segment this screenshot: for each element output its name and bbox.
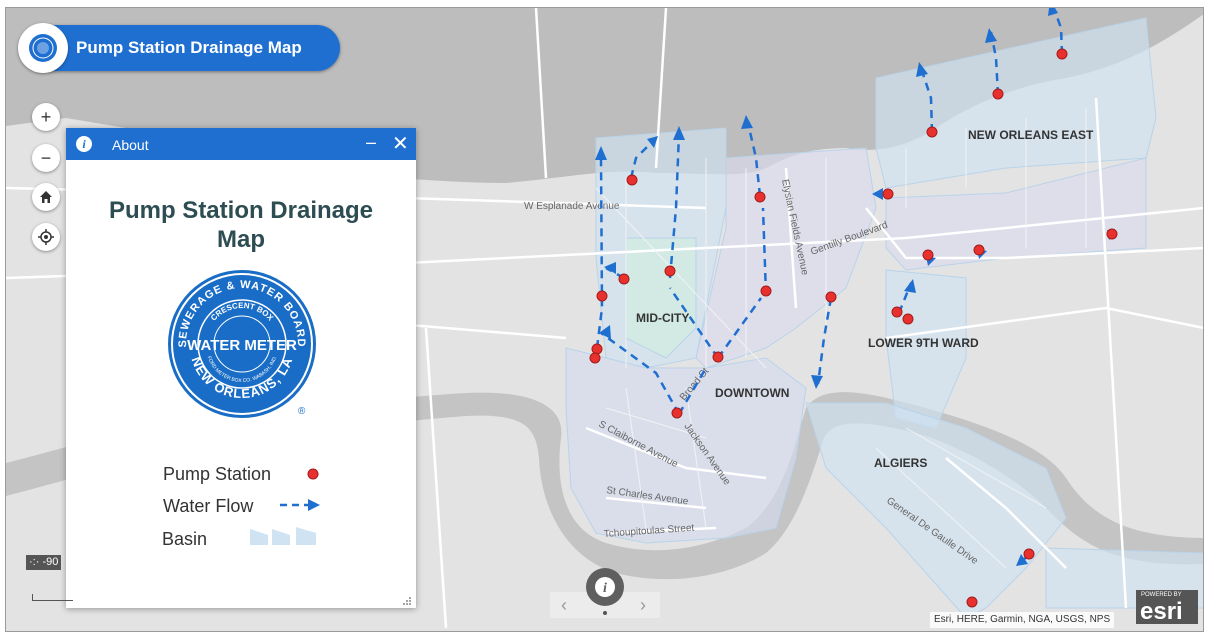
nav-next-button[interactable]: › [640,595,646,616]
nav-prev-button[interactable]: ‹ [561,595,567,616]
water-flow-symbol [280,499,320,511]
locate-button[interactable] [32,223,60,251]
about-panel: i About – ✕ Pump Station Drainage Map SE… [66,128,416,608]
app-title: Pump Station Drainage Map [76,38,302,57]
label-algiers: ALGIERS [874,456,927,470]
esri-logo[interactable]: POWERED BY esri [1136,590,1198,625]
label-downtown: DOWNTOWN [715,386,789,400]
about-heading: Pump Station Drainage Map [108,197,374,253]
pump-station-symbol [307,468,319,480]
basin-symbol [250,527,316,545]
info-icon: i [595,577,615,597]
home-button[interactable] [32,183,60,211]
info-icon: i [76,136,92,152]
coordinate-readout: ·:· -90 [26,555,62,570]
nav-dot [603,611,607,615]
home-icon [40,191,52,203]
label-mid-city: MID-CITY [636,311,689,325]
scale-bar [32,594,73,601]
legend-water-flow-label: Water Flow [163,496,254,516]
label-w-esplanade: W Esplanade Avenue [524,201,620,212]
zoom-in-button[interactable]: + [32,103,60,131]
svg-text:i: i [603,581,607,596]
app-title-bar: Pump Station Drainage Map [18,23,340,73]
logo-center-text: WATER METER [187,337,297,354]
coordinate-value: -90 [42,556,59,568]
legend-pump-station-label: Pump Station [163,464,272,484]
about-header: i About – ✕ [66,128,416,160]
crosshair-icon[interactable]: ·:· [29,556,39,568]
minimize-button[interactable]: – [366,132,376,153]
close-button[interactable]: ✕ [392,131,409,156]
info-button[interactable]: i [586,568,624,606]
logo-registered-mark: ® [298,406,306,417]
legend-basin-label: Basin [162,529,208,549]
locate-icon [38,229,54,245]
app-logo [18,23,68,73]
about-header-label: About [112,137,149,153]
label-lower-9th-ward: LOWER 9TH WARD [868,336,979,350]
label-new-orleans-east: NEW ORLEANS EAST [968,128,1094,142]
sewerage-water-board-logo: SEWERAGE & WATER BOARD NEW ORLEANS, LA C… [168,270,316,418]
zoom-out-button[interactable]: − [32,144,60,172]
resize-grip-icon[interactable] [402,596,412,606]
map-attribution[interactable]: Esri, HERE, Garmin, NGA, USGS, NPS [930,612,1115,628]
